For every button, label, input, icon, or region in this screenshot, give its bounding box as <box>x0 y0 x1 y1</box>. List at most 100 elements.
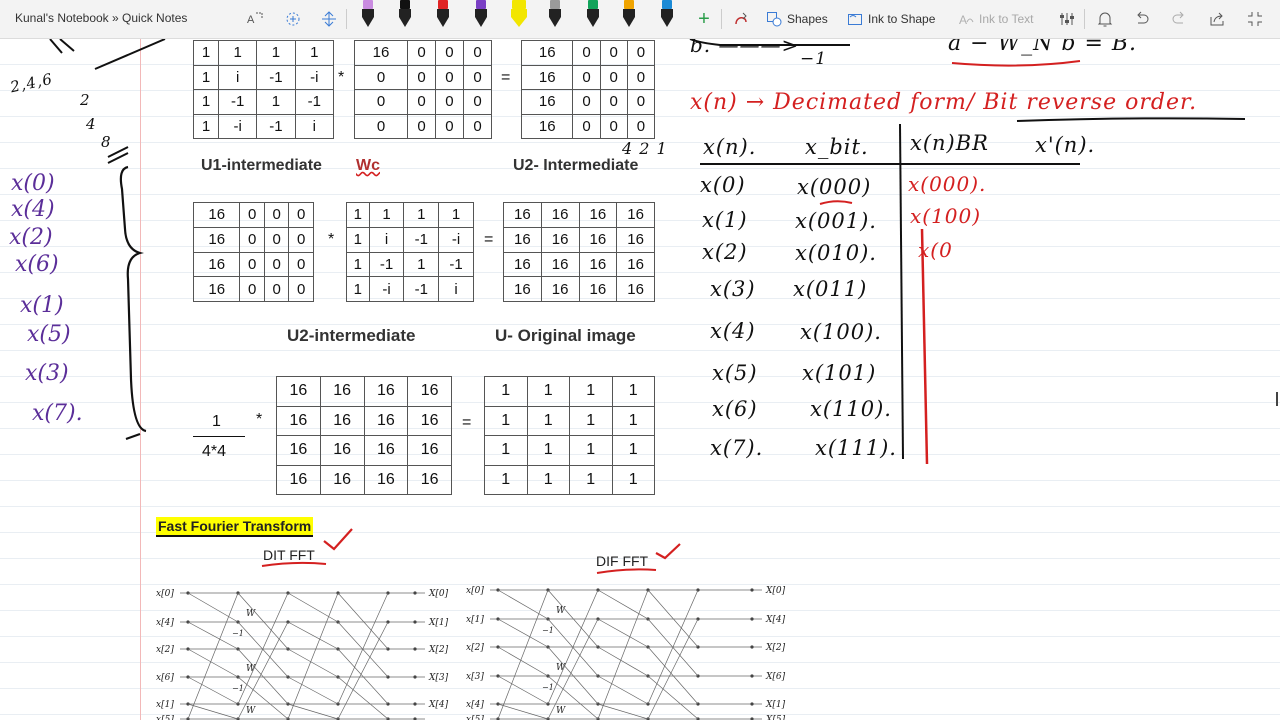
fft-butterfly-diagrams: x[0] X[0] x[4] X[1] x[2] X[2] x[6] X[3] x[1] X[4]… <box>156 586 786 720</box>
ink-col-header: x_bit. <box>805 135 869 159</box>
fft-node <box>413 620 417 624</box>
fft-node <box>750 674 754 678</box>
ink-settings-icon[interactable] <box>1057 6 1077 32</box>
fft-input-label: x[4] <box>466 700 484 710</box>
ink-xbit: x(110). <box>810 397 892 421</box>
svg-text:A: A <box>959 13 967 27</box>
fft-input-label: x[2] <box>466 643 484 653</box>
bell-icon[interactable] <box>1094 6 1116 32</box>
ink-xbit: x(000) <box>797 175 872 199</box>
fft-input-label: x[3] <box>466 672 484 682</box>
fft-butterfly-edge <box>237 648 289 705</box>
ink-to-text-button[interactable]: A Ink to Text <box>958 6 1033 32</box>
fft-output-label: X[5] <box>765 715 786 720</box>
pen-pink-icon[interactable] <box>361 0 375 30</box>
ink-xbr: x(000). <box>908 172 987 196</box>
highlighter-yellow-icon[interactable] <box>510 0 528 30</box>
fft-butterfly-edge <box>497 618 549 648</box>
fft-butterfly-edge <box>547 589 599 648</box>
ink-to-text-icon: A <box>959 13 974 27</box>
minus-one-label: −1 <box>232 629 244 638</box>
ink-xn: x(0) <box>700 173 746 197</box>
twiddle-factor-label: W <box>556 663 566 673</box>
fft-node <box>750 588 754 592</box>
dit-fft-label: DIT FFT <box>263 547 315 563</box>
twiddle-factor-label: W <box>556 706 566 716</box>
fft-butterfly-edge <box>287 621 339 650</box>
shapes-button[interactable]: Shapes <box>766 6 828 32</box>
fft-input-label: x[0] <box>156 589 174 599</box>
pen-purple-icon[interactable] <box>474 0 488 30</box>
fft-input-label: x[1] <box>466 615 484 625</box>
ink-col-header: x(n)BR <box>910 131 989 155</box>
fft-input-label: x[5] <box>466 715 484 720</box>
fft-input-label: x[0] <box>466 586 484 596</box>
ink-replay-icon[interactable] <box>730 6 752 32</box>
fft-butterfly-edge <box>597 646 649 677</box>
fft-output-label: X[0] <box>765 586 786 596</box>
fft-node <box>750 645 754 649</box>
fft-butterfly-edge <box>647 646 699 705</box>
twiddle-factor-label: W <box>246 664 256 674</box>
insert-space-icon[interactable] <box>318 6 340 32</box>
ink-xbit: x(001). <box>795 209 877 233</box>
fullscreen-icon[interactable] <box>1244 6 1266 32</box>
fft-output-label: X[3] <box>428 673 449 683</box>
fft-output-label: X[4] <box>428 700 449 710</box>
ink-to-shape-button[interactable]: Ink to Shape <box>847 6 935 32</box>
dif-fft-label: DIF FFT <box>596 553 649 569</box>
ink-xbr: x(0 <box>918 238 953 262</box>
fft-butterfly-edge <box>597 589 649 620</box>
fft-butterfly-edge <box>497 703 549 720</box>
pen-red-icon[interactable] <box>436 0 450 30</box>
fft-output-label: X[1] <box>765 700 786 710</box>
twiddle-factor-label: W <box>556 606 566 616</box>
ink-xn: x(5) <box>712 361 758 385</box>
lasso-select-icon[interactable]: A <box>244 6 266 32</box>
fft-heading: Fast Fourier Transform <box>156 517 314 537</box>
fft-butterfly-edge <box>597 618 649 648</box>
fft-butterfly-edge <box>287 703 339 720</box>
fft-input-label: x[2] <box>156 645 174 655</box>
fft-input-label: x[5] <box>156 715 174 720</box>
ink-xn: x(7). <box>710 436 764 460</box>
pen-gray-icon[interactable] <box>548 0 562 30</box>
ink-to-shape-icon <box>848 14 862 25</box>
ink-decimated-heading: x(n) → Decimated form/ Bit reverse order… <box>690 90 1198 115</box>
undo-icon[interactable] <box>1131 6 1153 32</box>
ink-xbit: x(100). <box>800 320 882 344</box>
fft-butterfly-edge <box>647 589 699 648</box>
svg-text:A: A <box>247 14 255 26</box>
ink-col-header: x'(n). <box>1035 133 1096 157</box>
fft-output-label: X[0] <box>428 589 449 599</box>
add-pen-icon[interactable]: + <box>694 6 714 32</box>
fft-node <box>413 702 417 706</box>
fft-butterfly-edge <box>337 592 389 650</box>
note-page-canvas[interactable]: 1 1 1 1 1 i -1 -i 1 -1 1 -1 1 -i -1 i * 16 0 0 0 0 0 0 0 0 0 0 0 0 0… <box>0 39 1280 720</box>
fft-input-label: x[6] <box>156 673 174 683</box>
notebook-breadcrumb[interactable]: Kunal's Notebook » Quick Notes <box>15 11 187 25</box>
ink-xn: x(4) <box>710 319 756 343</box>
pen-black-icon[interactable] <box>398 0 412 30</box>
ink-xn: x(6) <box>712 397 758 421</box>
ink-equation: b. ———> <box>690 39 800 57</box>
pen-blue-icon[interactable] <box>660 0 674 30</box>
fft-node <box>413 591 417 595</box>
pen-orange-icon[interactable] <box>622 0 636 30</box>
fft-node <box>413 647 417 651</box>
pen-green-icon[interactable] <box>586 0 600 30</box>
fft-butterfly-edge <box>187 592 239 623</box>
fft-butterfly-edge <box>337 592 389 705</box>
fft-butterfly-edge <box>547 646 599 705</box>
fft-butterfly-edge <box>337 648 389 705</box>
shapes-icon <box>767 12 782 27</box>
scrollbar-thumb[interactable] <box>1276 392 1278 406</box>
ribbon-toolbar: Kunal's Notebook » Quick Notes A + Shape… <box>0 0 1280 39</box>
fft-butterfly-edge <box>337 621 389 678</box>
ink-to-text-label: Ink to Text <box>979 12 1034 26</box>
share-icon[interactable] <box>1206 6 1228 32</box>
fft-butterfly-edge <box>647 675 699 720</box>
add-space-icon[interactable] <box>282 6 304 32</box>
minus-one-label: −1 <box>232 684 244 693</box>
redo-icon[interactable] <box>1168 6 1190 32</box>
